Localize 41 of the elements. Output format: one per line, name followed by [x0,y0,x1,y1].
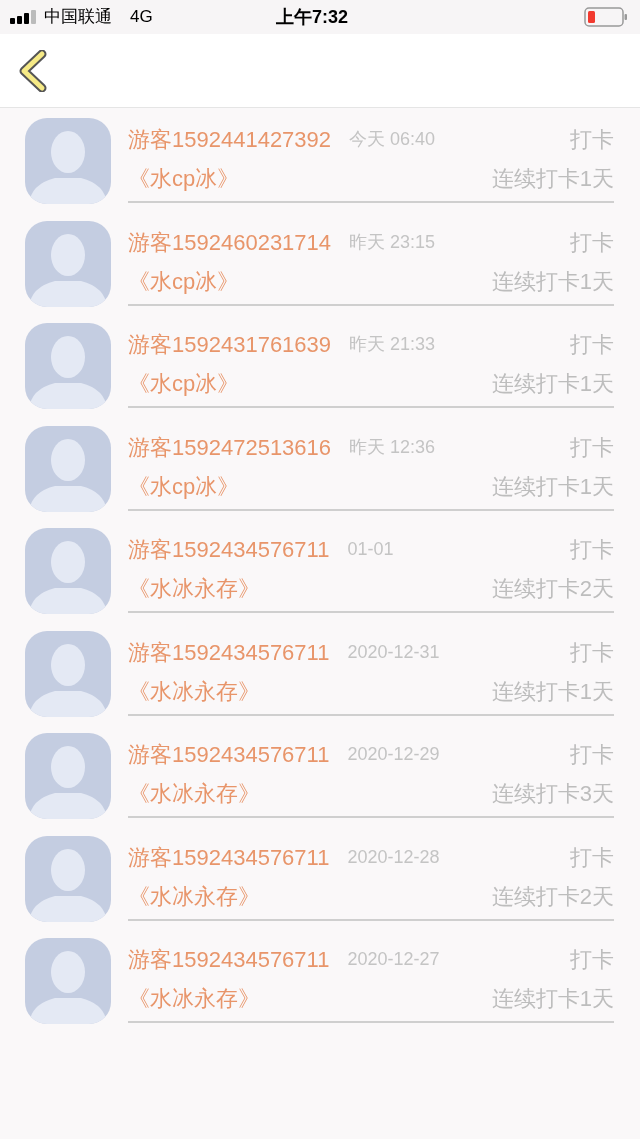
streak-text: 连续打卡1天 [491,267,614,296]
status-time: 上午7:32 [276,5,349,29]
carrier-name: 中国联通 [44,6,112,29]
action-label: 打卡 [570,536,614,564]
action-label: 打卡 [570,638,614,667]
streak-text: 连续打卡2天 [491,882,614,911]
user-name: 游客1592434576711 [128,741,330,769]
streak-text: 连续打卡1天 [491,677,614,706]
action-label: 打卡 [570,331,614,359]
user-name: 游客1592441427392 [128,126,332,154]
action-label: 打卡 [570,741,614,769]
streak-text: 连续打卡1天 [491,370,614,398]
user-name: 游客1592472513616 [128,433,332,462]
action-label: 打卡 [570,946,614,974]
work-title: 《水cp冰》 [128,472,240,501]
work-title: 《水冰永存》 [128,985,260,1013]
signal-icon [10,10,38,24]
network-type: 4G [130,6,153,29]
user-name: 游客1592460231714 [128,228,332,257]
action-label: 打卡 [570,228,614,257]
work-title: 《水cp冰》 [128,267,240,296]
user-name: 游客1592434576711 [128,946,330,974]
streak-text: 连续打卡1天 [491,472,614,501]
streak-text: 连续打卡2天 [491,575,614,603]
streak-text: 连续打卡1天 [491,165,614,193]
user-name: 游客1592434576711 [128,843,330,872]
user-name: 游客1592434576711 [128,536,330,564]
work-title: 《水冰永存》 [128,677,260,706]
work-title: 《水cp冰》 [128,370,240,398]
work-title: 《水冰永存》 [128,882,260,911]
user-name: 游客1592434576711 [128,638,330,667]
action-label: 打卡 [570,843,614,872]
user-name: 游客1592431761639 [128,331,332,359]
action-label: 打卡 [570,126,614,154]
work-title: 《水cp冰》 [128,165,240,193]
streak-text: 连续打卡3天 [491,780,614,808]
action-label: 打卡 [570,433,614,462]
battery-icon [584,7,628,27]
streak-text: 连续打卡1天 [491,985,614,1013]
work-title: 《水冰永存》 [128,575,260,603]
work-title: 《水冰永存》 [128,780,260,808]
